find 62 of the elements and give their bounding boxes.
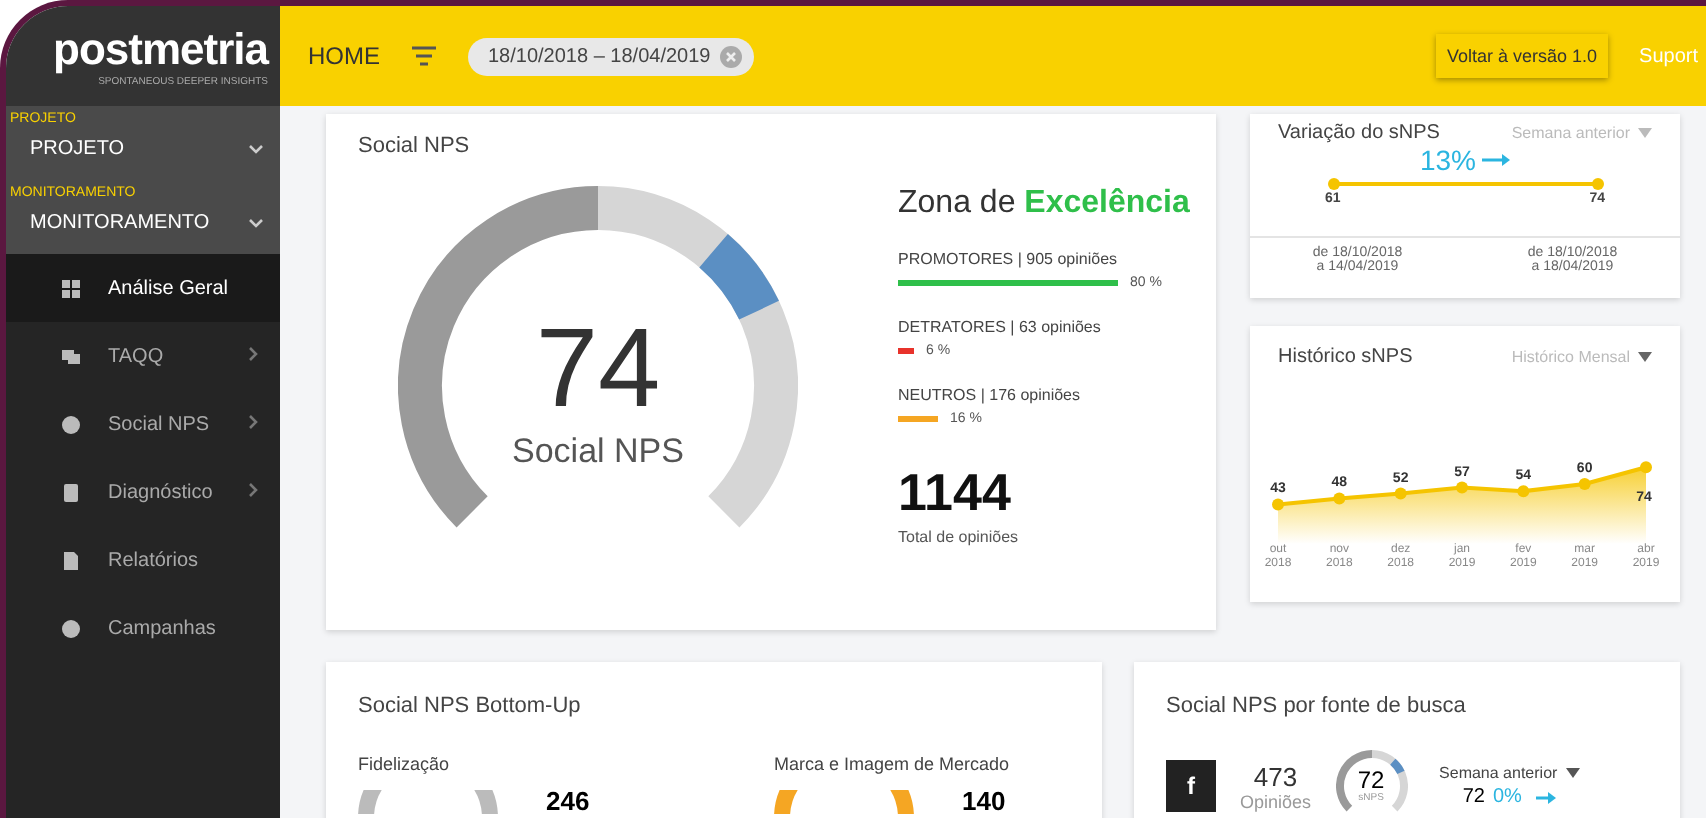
version-button[interactable]: Voltar à versão 1.0 [1436,34,1608,78]
data-point [1456,481,1468,494]
sidebar-item[interactable]: TAQQ [6,322,280,390]
gauge-drawing [774,789,914,813]
sidebar-item[interactable]: Social NPS [6,390,280,458]
card-title: Social NPS [358,134,472,158]
group-label: NEUTROS | 176 opiniões [898,386,1083,404]
data-point [1272,498,1284,511]
chevron-icon [244,345,260,361]
sidebar-item[interactable]: Relatórios [6,526,280,594]
chevron-icon [244,413,260,429]
source-score: 72 [1357,768,1385,792]
group-label: DETRATORES | 63 opiniões [898,318,1103,336]
caret-icon [1638,128,1652,138]
column-value: 246 [546,786,590,816]
card-title: Social NPS por fonte de busca [1166,694,1466,718]
date-range: 18/10/2018 – 18/04/2019 [488,45,711,67]
section-dropdown[interactable]: PROJETO [6,126,280,172]
arrow-icon [1482,152,1511,168]
period-dropdown[interactable]: Semana anterior [1439,764,1558,782]
chevron-icon [244,481,260,497]
arrow-icon [1535,789,1556,805]
total-count: 1144 [898,462,1013,524]
facebook-icon: f [1166,760,1216,812]
zone-heading: Zona de Excelência [898,186,1192,222]
document-icon [62,551,80,569]
total-label: Total de opiniões [898,528,1021,546]
group-label: PROMOTORES | 905 opiniões [898,250,1120,268]
card-title: Histórico sNPS [1278,346,1413,368]
chat-icon [62,347,80,365]
clipboard-icon [62,483,80,501]
column-title: Fidelização [358,754,452,774]
sidebar-item[interactable]: Diagnóstico [6,458,280,526]
data-point [1517,485,1530,498]
home-link[interactable]: HOME [308,42,380,70]
card-title: Social NPS Bottom-Up [358,694,581,718]
grid-icon [62,279,80,297]
filter-icon[interactable] [412,46,436,66]
nps-label: Social NPS [512,431,684,471]
score-change: 0% [1492,786,1522,808]
data-point [1640,461,1652,474]
data-point [1333,492,1346,505]
card-title: Variação do sNPS [1278,122,1440,144]
data-point [1578,478,1591,490]
chevron-icon [248,215,264,231]
column-title: Marca e Imagem de Mercado [774,754,1012,774]
variation-value: 13% [1419,144,1477,176]
column-value: 140 [962,786,1006,816]
chevron-icon [248,141,264,157]
opinion-label: Opiniões [1240,791,1312,811]
logo-name: postmetria [53,24,268,76]
caret-icon [1638,352,1652,362]
gauge-drawing [358,789,498,813]
date-range-chip[interactable]: 18/10/2018 – 18/04/2019 [468,37,755,75]
section-dropdown[interactable]: MONITORAMENTO [6,200,280,246]
sidebar-item[interactable]: Análise Geral [6,254,280,322]
data-point [1394,487,1407,500]
opinion-count: 473 [1253,761,1298,791]
nps-score: 74 [535,301,661,431]
sidebar-item[interactable]: Campanhas [6,594,280,662]
previous-score: 72 [1462,786,1485,808]
caret-icon [1565,768,1580,778]
